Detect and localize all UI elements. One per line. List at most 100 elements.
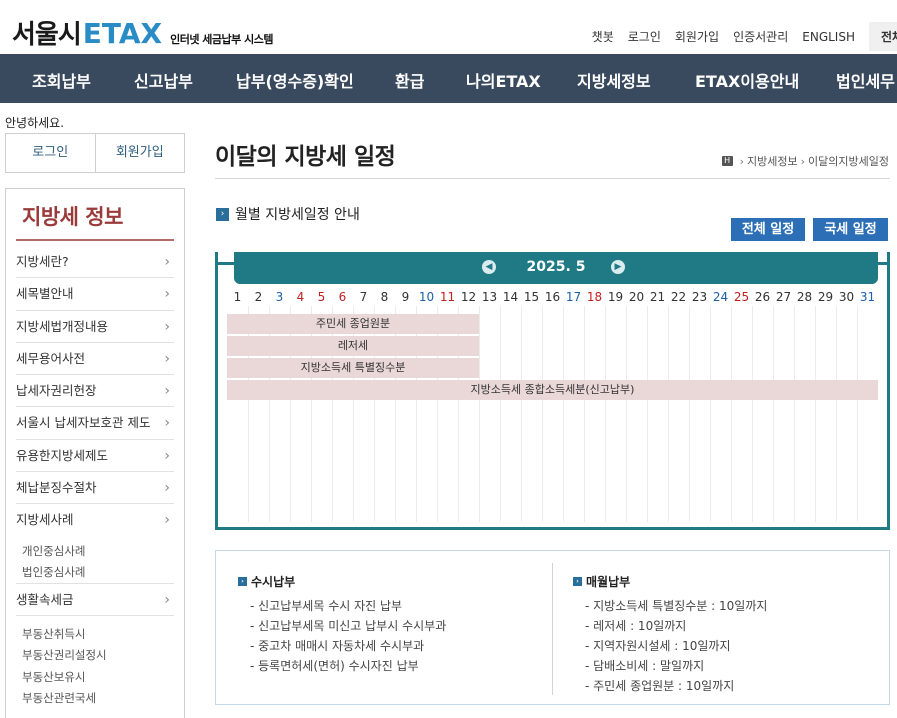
next-month-icon[interactable]: ▶ bbox=[611, 260, 625, 274]
arrow-right-icon: › bbox=[216, 207, 229, 221]
sidebar-item[interactable]: 지방세란? › bbox=[16, 246, 174, 279]
chevron-right-icon: › bbox=[164, 286, 170, 303]
calendar-day: 25 bbox=[733, 290, 750, 304]
calendar-day: 31 bbox=[859, 290, 876, 304]
sidebar-item[interactable]: 생활속세금 › bbox=[16, 584, 174, 616]
sidebar-subitem[interactable]: 부동산보유시 bbox=[16, 667, 174, 689]
sidebar-subitem[interactable]: 개인중심사례 bbox=[16, 541, 174, 563]
sidebar-item[interactable]: 세무용어사전 › bbox=[16, 343, 174, 376]
sidebar-subitem[interactable]: 부동산관련국세 bbox=[16, 688, 174, 710]
logo-etax-text: ETAX bbox=[82, 17, 163, 50]
chevron-right-icon: › bbox=[164, 254, 170, 270]
logo-korean-text: 서울시 bbox=[12, 20, 82, 50]
calendar-day: 3 bbox=[275, 290, 284, 304]
sidebar-login-button[interactable]: 로그인 bbox=[6, 134, 95, 172]
calendar-gridline bbox=[500, 306, 501, 522]
occasional-payment-list: - 신고납부세목 수시 자진 납부 - 신고납부세목 미신고 납부시 수시부과 - … bbox=[238, 596, 446, 676]
calendar-day: 23 bbox=[691, 290, 708, 304]
section-title-text: 월별 지방세일정 안내 bbox=[235, 207, 360, 223]
sidebar-menu: 지방세란? › 세목별안내 › 지방세법개정내용 › 세무용어사전 › 납세자권리헌장 ›… bbox=[16, 246, 174, 710]
sidebar-item[interactable]: 지방세사례 › bbox=[16, 504, 174, 536]
calendar-gridline bbox=[584, 306, 585, 522]
chatbot-link[interactable]: 챗봇 bbox=[592, 28, 614, 45]
calendar-day: 17 bbox=[565, 290, 582, 304]
calendar-days: 1 2 3 4 5 6 7 8 9 10 11 12 13 14 15 16 17 18 19 20 21 22 23 24 2… bbox=[227, 288, 878, 306]
monthly-payment-title: 매월납부 bbox=[586, 575, 631, 589]
gnb-item-local-tax-info[interactable]: 지방세정보 bbox=[577, 68, 651, 92]
sidebar-subitem[interactable]: 부동산취득시 bbox=[16, 624, 174, 646]
sidebar-title: 지방세 정보 bbox=[22, 205, 123, 229]
page-title: 이달의 지방세 일정 bbox=[215, 144, 396, 170]
gnb-item-etax-guide[interactable]: ETAX이용안내 bbox=[695, 68, 799, 92]
gnb-item-receipt-check[interactable]: 납부(영수증)확인 bbox=[236, 68, 354, 92]
home-icon[interactable]: H bbox=[721, 156, 733, 166]
chevron-right-icon: › bbox=[164, 512, 170, 529]
sidebar-join-button[interactable]: 회원가입 bbox=[94, 134, 185, 172]
prev-month-icon[interactable]: ◀ bbox=[482, 260, 496, 274]
sidebar-subitem[interactable]: 부동산권리설정시 bbox=[16, 645, 174, 667]
sidebar-item-label: 세목별안내 bbox=[16, 286, 74, 302]
chevron-right-icon: › bbox=[164, 350, 170, 367]
sidebar-item-label: 지방세법개정내용 bbox=[16, 318, 109, 334]
calendar-event[interactable]: 주민세 종업원분 bbox=[227, 314, 479, 334]
join-link[interactable]: 회원가입 bbox=[675, 28, 719, 45]
calendar-gridline bbox=[794, 306, 795, 522]
sidebar-subitem[interactable]: 법인중심사례 bbox=[16, 562, 174, 584]
sidebar-item[interactable]: 납세자권리헌장 › bbox=[16, 375, 174, 408]
monthly-payment-item: - 지방소득세 특별징수분 : 10일까지 bbox=[585, 599, 768, 613]
sidebar-item[interactable]: 세목별안내 › bbox=[16, 278, 174, 311]
breadcrumb-item[interactable]: 지방세정보 bbox=[747, 153, 798, 169]
calendar-gridline bbox=[773, 306, 774, 522]
calendar-day: 27 bbox=[775, 290, 792, 304]
calendar-gridline bbox=[605, 306, 606, 522]
occasional-payment-title: 수시납부 bbox=[251, 575, 296, 589]
calendar-grid: 주민세 종업원분 레저세 지방소득세 특별징수분 지방소득세 종합소득세분(신고납부) bbox=[227, 306, 878, 522]
all-menu-button[interactable]: 전체 bbox=[869, 22, 897, 51]
calendar-day: 5 bbox=[317, 290, 326, 304]
breadcrumb-item-current: 이달의지방세일정 bbox=[808, 155, 889, 168]
info-divider bbox=[552, 563, 553, 695]
sidebar: 지방세 정보 지방세란? › 세목별안내 › 지방세법개정내용 › 세무용어사전 › 납… bbox=[5, 188, 185, 718]
calendar-day: 20 bbox=[628, 290, 645, 304]
sidebar-item-label: 지방세사례 bbox=[16, 512, 74, 528]
english-link[interactable]: ENGLISH bbox=[802, 30, 855, 44]
gnb-item-report-payment[interactable]: 신고납부 bbox=[134, 68, 193, 92]
calendar-day: 11 bbox=[439, 290, 456, 304]
calendar-gridline bbox=[668, 306, 669, 522]
login-box: 로그인 회원가입 bbox=[5, 133, 185, 173]
calendar-gridline bbox=[731, 306, 732, 522]
monthly-payment-column: › 매월납부 - 지방소득세 특별징수분 : 10일까지 - 레저세 : 10일까지… bbox=[573, 573, 767, 696]
calendar-gridline bbox=[626, 306, 627, 522]
calendar-day: 7 bbox=[359, 290, 368, 304]
all-schedule-button[interactable]: 전체 일정 bbox=[731, 218, 805, 241]
calendar-day: 19 bbox=[607, 290, 624, 304]
gnb-item-my-etax[interactable]: 나의ETAX bbox=[466, 68, 541, 92]
calendar-event[interactable]: 지방소득세 특별징수분 bbox=[227, 358, 479, 378]
calendar-gridline bbox=[521, 306, 522, 522]
calendar-event[interactable]: 지방소득세 종합소득세분(신고납부) bbox=[227, 380, 878, 400]
calendar-day: 9 bbox=[401, 290, 410, 304]
calendar-event[interactable]: 레저세 bbox=[227, 336, 479, 356]
arrow-right-icon: › bbox=[573, 577, 582, 586]
site-logo[interactable]: 서울시 ETAX 인터넷 세금납부 시스템 bbox=[12, 14, 273, 51]
occasional-payment-item: - 신고납부세목 수시 자진 납부 bbox=[250, 599, 403, 613]
calendar-day: 30 bbox=[838, 290, 855, 304]
sidebar-item[interactable]: 유용한지방세제도 › bbox=[16, 440, 174, 473]
cert-manage-link[interactable]: 인증서관리 bbox=[733, 28, 788, 45]
calendar-gridline bbox=[752, 306, 753, 522]
sidebar-item[interactable]: 지방세법개정내용 › bbox=[16, 311, 174, 343]
chevron-right-icon: › bbox=[164, 480, 170, 497]
section-title: › 월별 지방세일정 안내 bbox=[216, 204, 360, 224]
national-tax-schedule-button[interactable]: 국세 일정 bbox=[813, 218, 888, 241]
breadcrumb: H › 지방세정보 › 이달의지방세일정 bbox=[721, 153, 889, 169]
gnb-item-inquiry-payment[interactable]: 조회납부 bbox=[32, 68, 91, 92]
occasional-payment-item: - 등록면허세(면허) 수시자진 납부 bbox=[250, 659, 419, 673]
sidebar-item[interactable]: 서울시 납세자보호관 제도 › bbox=[16, 407, 174, 440]
gnb-item-refund[interactable]: 환급 bbox=[395, 68, 424, 92]
sidebar-title-underline bbox=[16, 239, 174, 241]
sidebar-item[interactable]: 체납분징수절차 › bbox=[16, 472, 174, 505]
monthly-payment-heading: › 매월납부 bbox=[573, 573, 767, 590]
login-link[interactable]: 로그인 bbox=[628, 28, 661, 45]
gnb-item-corporate-tax[interactable]: 법인세무 bbox=[836, 68, 895, 92]
